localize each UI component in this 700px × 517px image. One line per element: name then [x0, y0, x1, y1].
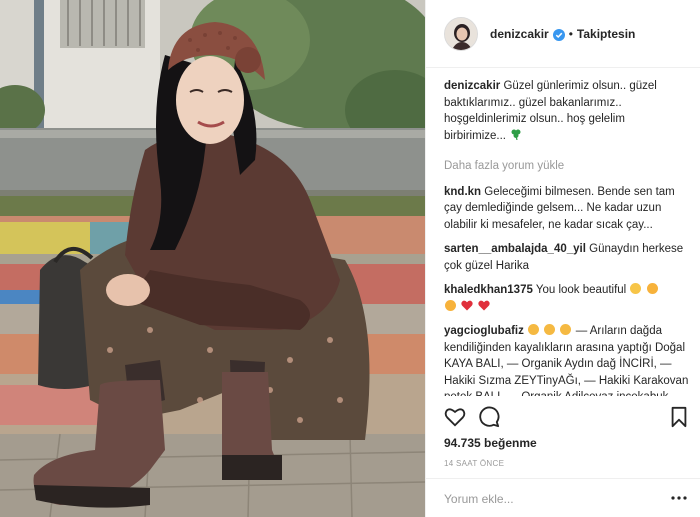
post-header: denizcakir • Takiptesin [426, 0, 700, 68]
verified-badge-icon [552, 28, 565, 41]
sunglasses-emoji-icon [544, 324, 556, 335]
load-more-comments-link[interactable]: Daha fazla yorum yükle [444, 158, 690, 175]
caption: denizcakir Güzel günlerimiz olsun.. güze… [444, 78, 690, 144]
caption-username[interactable]: denizcakir [444, 80, 500, 92]
avatar[interactable] [444, 16, 478, 51]
comment-item: sarten__ambalajda_40_yil Günaydın herkes… [444, 241, 690, 274]
speech-bubble-icon[interactable] [478, 406, 500, 428]
more-options-icon[interactable] [671, 491, 687, 505]
author-username[interactable]: denizcakir [490, 27, 549, 41]
comments-list[interactable]: denizcakir Güzel günlerimiz olsun.. güze… [444, 78, 690, 396]
post-actions [444, 406, 690, 430]
comment-username[interactable]: yagcioglubafiz [444, 325, 524, 337]
comment-item: yagcioglubafiz — Arıların dağda kendiliğ… [444, 323, 690, 396]
comment-item: knd.kn Geleceğimi bilmesen. Bende sen ta… [444, 184, 690, 234]
comment-text: You look beautiful [535, 284, 627, 296]
post-timestamp: 14 SAAT ÖNCE [444, 459, 505, 468]
post-side-panel: denizcakir • Takiptesin denizcakir Güzel… [425, 0, 700, 517]
follow-status-button[interactable]: Takiptesin [577, 27, 635, 41]
likes-count[interactable]: 94.735 beğenme [444, 436, 537, 450]
bookmark-icon[interactable] [668, 406, 690, 428]
heart-outline-icon[interactable] [444, 406, 466, 428]
add-comment-bar [426, 478, 700, 517]
comment-item: khaledkhan1375 You look beautiful [444, 282, 690, 315]
separator-dot: • [568, 26, 573, 41]
comment-username[interactable]: sarten__ambalajda_40_yil [444, 243, 586, 255]
heart-eyes-emoji-icon [445, 299, 456, 311]
comment-input[interactable] [444, 489, 664, 509]
red-heart-icon [461, 300, 473, 311]
sunglasses-emoji-icon [528, 324, 540, 335]
sunglasses-emoji-icon [560, 324, 572, 335]
avatar-image [445, 17, 477, 50]
shamrock-icon [510, 128, 522, 140]
comment-username[interactable]: khaledkhan1375 [444, 284, 533, 296]
post-photo[interactable] [0, 0, 425, 517]
ok-hand-emoji-icon [630, 283, 642, 294]
heart-eyes-emoji-icon [646, 283, 658, 294]
post-image [0, 0, 425, 517]
red-heart-icon [478, 300, 491, 311]
comment-username[interactable]: knd.kn [444, 186, 481, 198]
